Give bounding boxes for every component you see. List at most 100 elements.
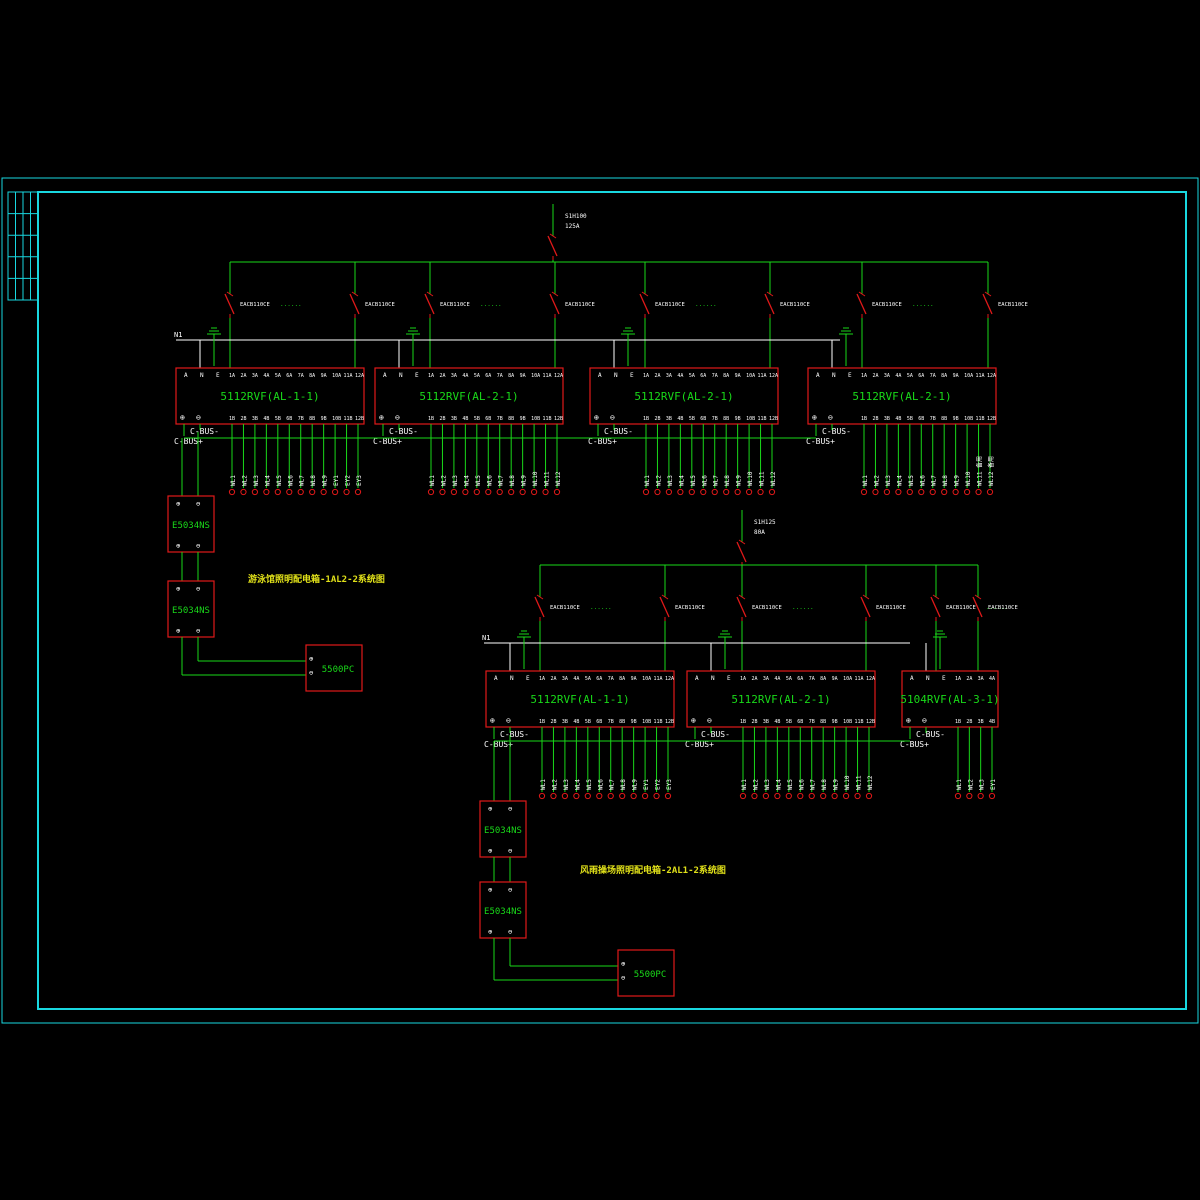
output-label: WL9 — [322, 475, 329, 486]
channel-output-terminal: 3B — [252, 416, 258, 422]
channel-output-terminal: 2B — [439, 416, 445, 422]
output-label: WL5 — [787, 779, 794, 790]
bus-minus-terminal: ⊖ — [610, 413, 615, 422]
neutral-label: N1 — [482, 634, 490, 642]
power-terminal-E: E — [630, 372, 634, 379]
output-label: WL2 — [551, 779, 558, 790]
output-label: WL9 — [954, 475, 961, 486]
channel-input-terminal: 11A — [654, 676, 663, 682]
channel-output-terminal: 11B — [543, 416, 552, 422]
pc-label: 5500PC — [322, 665, 355, 675]
module-title: 5112RVF(AL-1-1) — [220, 390, 319, 403]
channel-output-terminal: 6B — [485, 416, 491, 422]
channel-input-terminal: 12A — [355, 373, 364, 379]
module-title: 5112RVF(AL-2-1) — [634, 390, 733, 403]
channel-output-terminal: 4B — [573, 719, 579, 725]
channel-output-terminal: 10B — [843, 719, 852, 725]
channel-input-terminal: 1A — [643, 373, 649, 379]
coupler-terminal: ⊖ — [196, 585, 200, 593]
channel-input-terminal: 1A — [861, 373, 867, 379]
channel-input-terminal: 3A — [562, 676, 568, 682]
output-label: WL7 — [931, 475, 938, 486]
channel-output-terminal: 5B — [907, 416, 913, 422]
bus-minus-terminal: ⊖ — [506, 716, 511, 725]
branch-breaker-model: EACB110CE — [550, 605, 580, 611]
channel-output-terminal: 3B — [451, 416, 457, 422]
output-label: WL1 — [741, 779, 748, 790]
channel-output-terminal: 2B — [654, 416, 660, 422]
output-label: WL10 — [747, 471, 754, 486]
channel-input-terminal: 4A — [989, 676, 995, 682]
channel-input-terminal: 12A — [866, 676, 875, 682]
output-label: WL5 — [586, 779, 593, 790]
channel-input-terminal: 11A — [855, 676, 864, 682]
bus-minus-label: C-BUS- — [701, 730, 730, 739]
bus-plus-terminal: ⊕ — [691, 716, 696, 725]
channel-input-terminal: 4A — [462, 373, 468, 379]
channel-input-terminal: 4A — [573, 676, 579, 682]
main-breaker-model: S1H100 — [565, 213, 587, 220]
output-label: WL12 备用 — [987, 456, 995, 486]
branch-breaker-model: EACB110CE — [876, 605, 906, 611]
power-terminal-E: E — [526, 675, 530, 682]
channel-output-terminal: 12B — [769, 416, 778, 422]
channel-input-terminal: 12A — [987, 373, 996, 379]
branch-breaker-continuation: ...... — [480, 301, 502, 308]
output-label: WL11 — [759, 471, 766, 486]
channel-input-terminal: 10A — [746, 373, 755, 379]
channel-input-terminal: 8A — [941, 373, 947, 379]
output-label: EY2 — [655, 779, 662, 790]
power-terminal-N: N — [510, 675, 514, 682]
branch-breaker-model: EACB110CE — [998, 302, 1028, 308]
channel-input-terminal: 2A — [439, 373, 445, 379]
pc-label: 5500PC — [634, 970, 667, 980]
power-terminal-A: A — [816, 372, 820, 379]
channel-input-terminal: 2A — [240, 373, 246, 379]
channel-output-terminal: 9B — [832, 719, 838, 725]
output-label: WL1 — [956, 779, 963, 790]
channel-input-terminal: 7A — [809, 676, 815, 682]
channel-output-terminal: 3B — [978, 719, 984, 725]
channel-input-terminal: 1A — [428, 373, 434, 379]
output-label: WL1 — [230, 475, 237, 486]
channel-output-terminal: 4B — [462, 416, 468, 422]
channel-output-terminal: 11B — [654, 719, 663, 725]
channel-output-terminal: 2B — [751, 719, 757, 725]
branch-breaker-continuation: ...... — [792, 604, 814, 611]
branch-breaker-continuation: ...... — [912, 301, 934, 308]
output-label: WL3 — [452, 475, 459, 486]
channel-input-terminal: 9A — [735, 373, 741, 379]
power-terminal-N: N — [926, 675, 930, 682]
pc-terminal: ⊖ — [621, 974, 625, 982]
channel-output-terminal: 6B — [700, 416, 706, 422]
output-label: WL6 — [798, 779, 805, 790]
output-label: WL3 — [885, 475, 892, 486]
bus-minus-label: C-BUS- — [822, 427, 851, 436]
output-label: WL6 — [701, 475, 708, 486]
channel-output-terminal: 8B — [723, 416, 729, 422]
output-label: WL8 — [620, 779, 627, 790]
channel-output-terminal: 2B — [240, 416, 246, 422]
channel-output-terminal: 12B — [665, 719, 674, 725]
branch-breaker-model: EACB110CE — [780, 302, 810, 308]
coupler-terminal: ⊖ — [508, 886, 512, 894]
output-label: WL7 — [810, 779, 817, 790]
lower-system-caption: 风雨操场照明配电箱-2AL1-2系统图 — [580, 864, 726, 876]
channel-input-terminal: 11A — [543, 373, 552, 379]
output-label: EY2 — [345, 475, 352, 486]
output-label: WL4 — [775, 779, 782, 790]
channel-input-terminal: 2A — [966, 676, 972, 682]
channel-output-terminal: 7B — [930, 416, 936, 422]
coupler-terminal: ⊖ — [196, 627, 200, 635]
power-terminal-A: A — [695, 675, 699, 682]
channel-output-terminal: 6B — [596, 719, 602, 725]
channel-output-terminal: 7B — [712, 416, 718, 422]
channel-input-terminal: 3A — [884, 373, 890, 379]
output-label: WL8 — [724, 475, 731, 486]
channel-output-terminal: 1B — [539, 719, 545, 725]
channel-input-terminal: 6A — [286, 373, 292, 379]
branch-breaker-model: EACB110CE — [988, 605, 1018, 611]
pc-terminal: ⊖ — [309, 669, 313, 677]
channel-output-terminal: 7B — [497, 416, 503, 422]
branch-breaker-model: EACB110CE — [675, 605, 705, 611]
